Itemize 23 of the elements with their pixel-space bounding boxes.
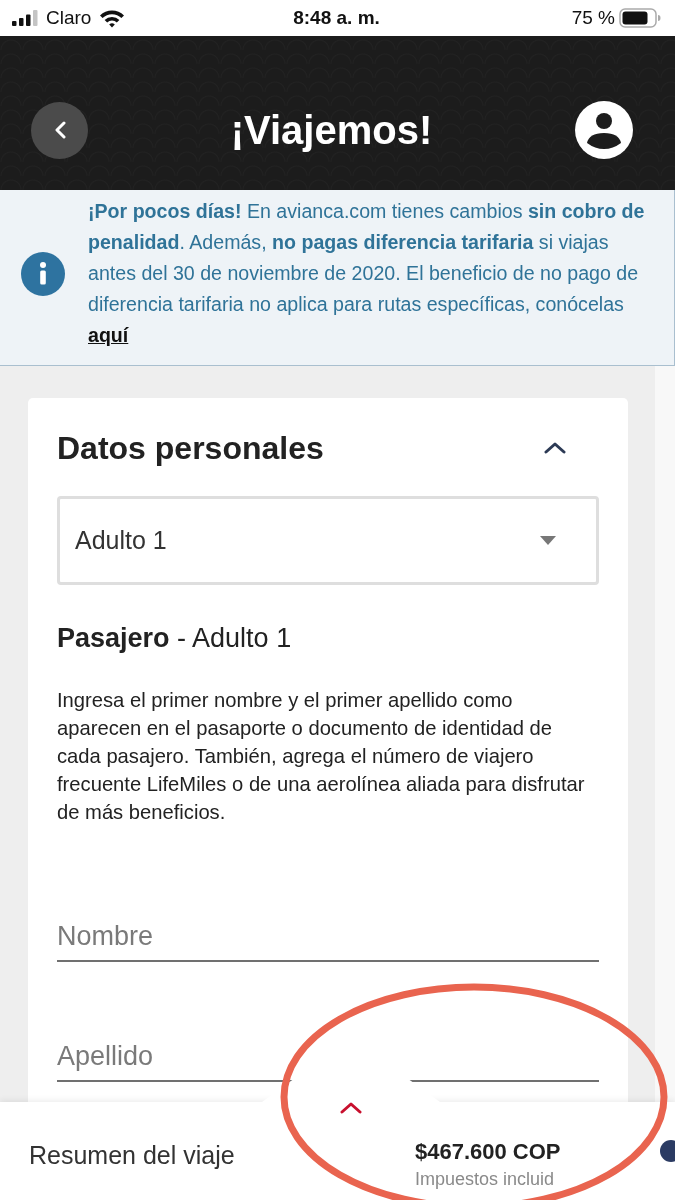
info-message: ¡Por pocos días! En avianca.com tienes cambios sin cobro de penalidad. Además, no pagas diferencia tarifaria si viajas antes del 30 de noviembre de 2020. El beneficio de no pago de diferencia tarifaria no aplica para rutas específicas, conócelas aquí xyxy=(88,199,646,348)
page-title: ¡Viajemos! xyxy=(230,107,433,154)
carrier-name: Claro xyxy=(46,5,92,30)
battery-percentage: 75 % xyxy=(571,5,615,30)
routes-link[interactable]: aquí xyxy=(88,324,129,346)
chevron-left-icon xyxy=(53,121,66,139)
chevron-up-icon[interactable] xyxy=(544,441,566,455)
passenger-select[interactable]: Adulto 1 xyxy=(57,496,599,585)
back-button[interactable] xyxy=(31,101,88,159)
clock-time: 8:48 a. m. xyxy=(293,5,380,30)
section-title: Datos personales xyxy=(57,429,324,468)
info-icon xyxy=(21,251,65,296)
total-price: $467.600 COP xyxy=(415,1139,561,1165)
wifi-icon xyxy=(99,8,126,28)
taxes-note: Impuestos incluid xyxy=(415,1168,556,1190)
signal-icon xyxy=(12,10,38,26)
battery-icon xyxy=(619,8,661,28)
trip-summary-title[interactable]: Resumen del viaje xyxy=(29,1140,415,1200)
instructions-text: Ingresa el primer nombre y el primer apellido como aparecen en el pasaporte o documento de identidad de cada pasajero. También, agrega el número de viajero frecuente LifeMiles o de una aerolínea aliada para disfrutar de más beneficios. xyxy=(57,688,586,825)
caret-down-icon xyxy=(540,536,556,545)
input-field[interactable]: Nombre xyxy=(57,912,599,962)
user-icon[interactable] xyxy=(575,101,633,159)
passenger-heading: Pasajero - Adulto 1 xyxy=(57,622,293,655)
